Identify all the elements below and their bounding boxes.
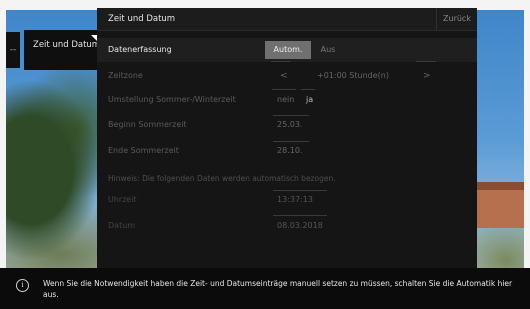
zeitzone-label: Zeitzone (108, 71, 143, 80)
divider (416, 61, 436, 62)
umstellung-label: Umstellung Sommer-/Winterzeit (108, 95, 236, 104)
row-datum: Datum 08.03.2018 (97, 214, 477, 238)
ende-label: Ende Sommerzeit (108, 146, 179, 155)
divider (273, 190, 327, 191)
beginn-label: Beginn Sommerzeit (108, 120, 187, 129)
divider (273, 215, 327, 216)
divider (272, 89, 296, 90)
divider (301, 89, 315, 90)
ende-value[interactable]: 28.10. (277, 139, 302, 163)
divider (271, 61, 291, 62)
uhrzeit-value: 13:37:13 (277, 195, 313, 204)
beginn-value[interactable]: 25.03. (277, 113, 302, 137)
row-ende-sommerzeit[interactable]: Ende Sommerzeit 28.10. (97, 139, 477, 163)
hinweis-text: Hinweis: Die folgenden Daten werden auto… (108, 174, 336, 183)
chevron-left-icon[interactable]: < (280, 64, 288, 88)
page-title: Zeit und Datum (108, 14, 176, 24)
sidebar-item-zeit-und-datum[interactable]: Zeit und Datum (24, 30, 102, 70)
row-sommerzeit-umstellung[interactable]: Umstellung Sommer-/Winterzeit nein ja (97, 88, 477, 112)
nav-back-indicator[interactable]: -- (6, 32, 20, 68)
ja-option[interactable]: ja (306, 88, 313, 112)
info-icon: i (16, 279, 29, 292)
sidebar-item-label: Zeit und Datum (33, 40, 101, 50)
zeitzone-value: +01:00 Stunde(n) (317, 71, 389, 80)
datum-label: Datum (108, 221, 136, 230)
nein-option[interactable]: nein (277, 88, 294, 112)
divider (273, 115, 309, 116)
uhrzeit-label: Uhrzeit (108, 195, 137, 204)
panel-header: Zeit und Datum Zurück (97, 8, 477, 31)
datum-value: 08.03.2018 (277, 221, 323, 230)
autom-button[interactable]: Autom. (265, 41, 311, 59)
settings-panel: Zeit und Datum Zurück Datenerfassung Aut… (97, 8, 477, 270)
row-beginn-sommerzeit[interactable]: Beginn Sommerzeit 25.03. (97, 113, 477, 137)
hint-text: Wenn Sie die Notwendigkeit haben die Zei… (43, 279, 513, 299)
datenerfassung-label: Datenerfassung (108, 45, 172, 54)
row-zeitzone[interactable]: Zeitzone < +01:00 Stunde(n) > (97, 64, 477, 88)
aus-button[interactable]: Aus (315, 41, 341, 59)
back-button[interactable]: Zurück (436, 8, 477, 30)
row-uhrzeit: Uhrzeit 13:37:13 (97, 188, 477, 212)
background-house (470, 182, 524, 228)
row-datenerfassung[interactable]: Datenerfassung Autom. Aus (97, 38, 477, 62)
hint-bar: i Wenn Sie die Notwendigkeit haben die Z… (0, 268, 530, 309)
divider (273, 141, 309, 142)
chevron-right-icon[interactable]: > (423, 64, 431, 88)
